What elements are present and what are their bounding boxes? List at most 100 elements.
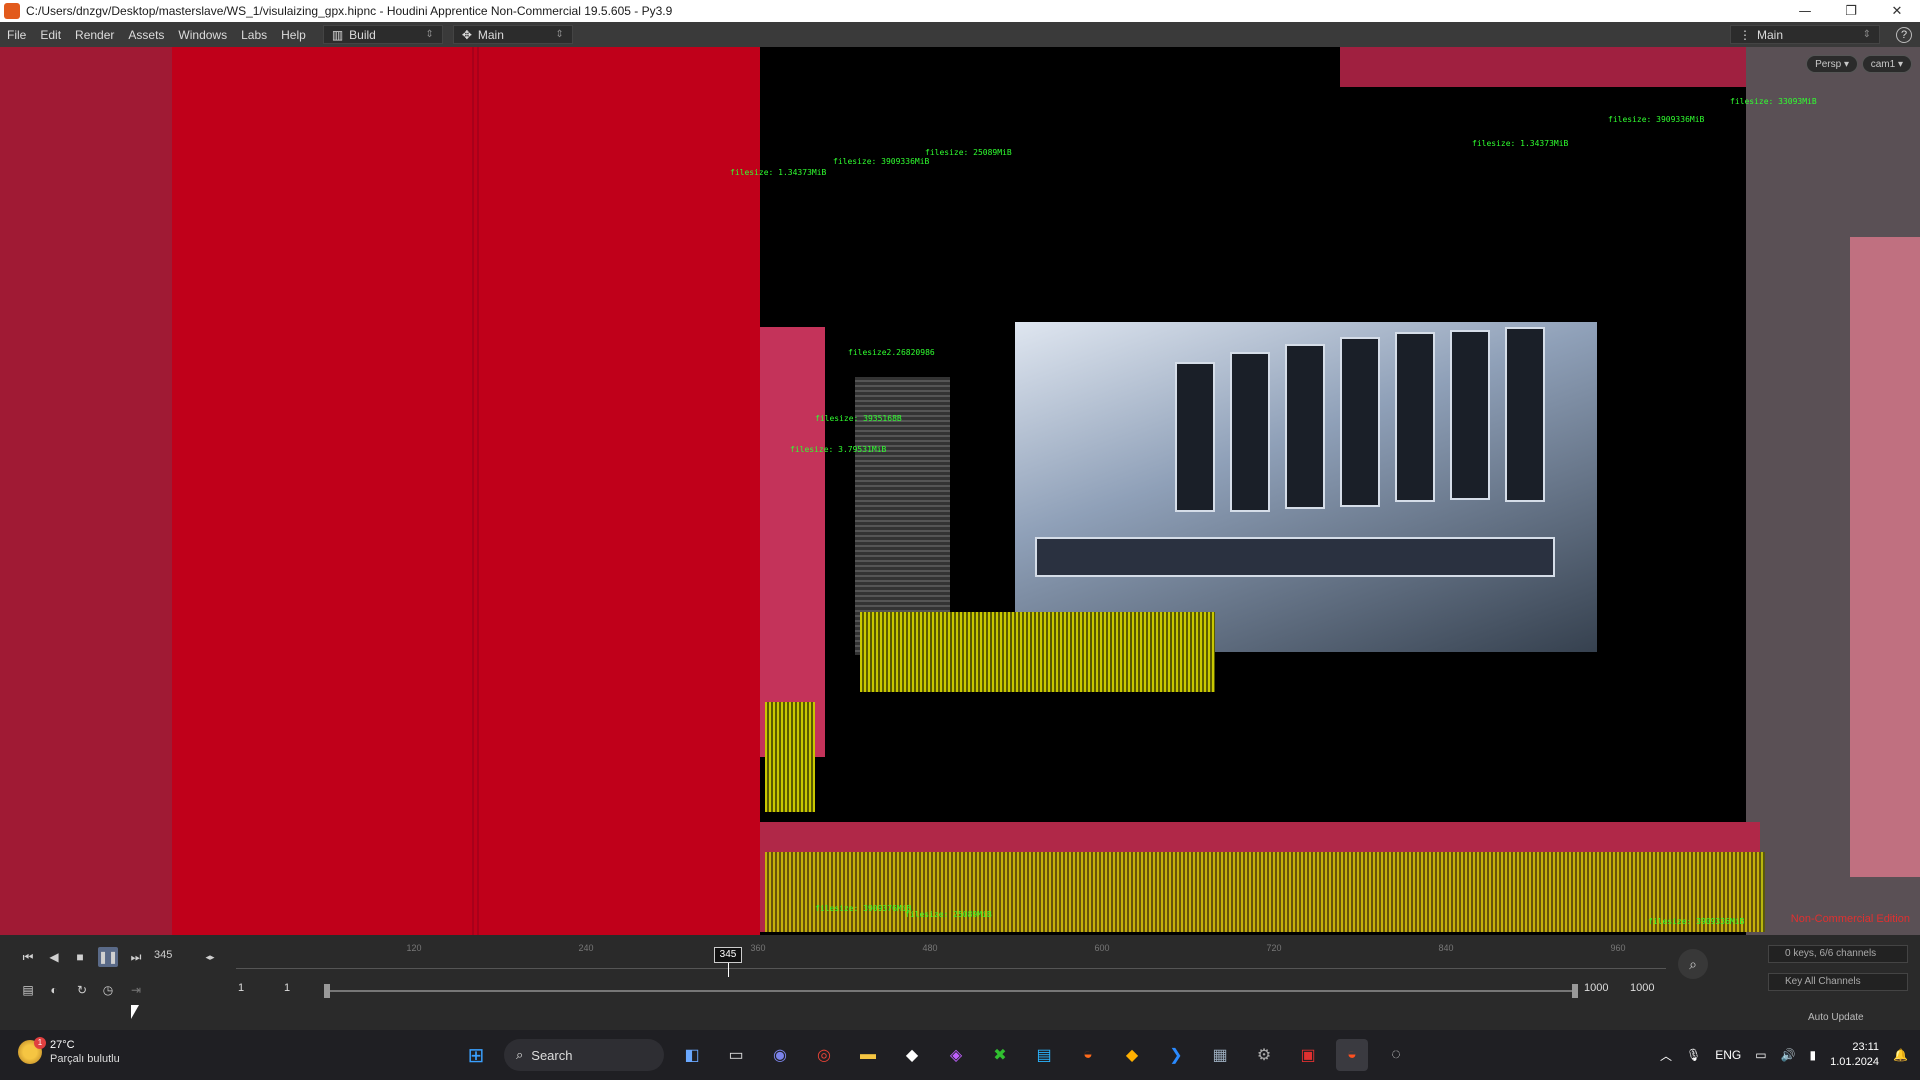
close-button[interactable]: ✕ (1874, 0, 1920, 22)
loop-icon[interactable]: ↻ (72, 980, 92, 1000)
pdf-reader-icon[interactable]: ▣ (1292, 1039, 1324, 1071)
terminal-icon[interactable]: ▦ (1204, 1039, 1236, 1071)
windows-taskbar: 1 27°C Parçalı bulutlu ⊞ ⌕ Search ◧ ▭ ◉ … (0, 1030, 1920, 1080)
timeline-ruler[interactable]: 120 240 360 480 600 720 840 960 345 (236, 943, 1666, 977)
clock-icon[interactable]: ◷ (98, 980, 118, 1000)
filesize-label: filesize: 25089MiB (925, 148, 1012, 157)
help-icon[interactable]: ? (1896, 26, 1912, 43)
chrome-icon[interactable]: ◎ (808, 1039, 840, 1071)
tick-label: 240 (578, 943, 594, 953)
current-frame-field[interactable]: 345 (154, 949, 172, 961)
step-icon[interactable]: ⇥ (126, 980, 146, 1000)
red-plane-left (0, 47, 172, 935)
filesize-label: filesize: 3909376MiB (815, 904, 912, 913)
weather-widget[interactable]: 1 27°C Parçalı bulutlu (18, 1037, 120, 1066)
battery-icon[interactable]: ▮ (1810, 1048, 1817, 1062)
tick-label: 960 (1610, 943, 1626, 953)
window (1285, 344, 1325, 509)
clock[interactable]: 23:11 1.01.2024 (1830, 1040, 1879, 1070)
playhead[interactable]: 345 (714, 947, 742, 963)
instagram-icon[interactable]: ◈ (940, 1039, 972, 1071)
yellow-point-cloud (765, 702, 815, 812)
menu-windows[interactable]: Windows (171, 28, 234, 42)
pink-ceiling (1340, 47, 1746, 87)
maximize-button[interactable]: ❐ (1828, 0, 1874, 22)
volume-icon[interactable]: 🔊 (1781, 1048, 1796, 1062)
stop-button[interactable]: ■ (70, 947, 90, 967)
key-all-channels-dropdown[interactable]: Key All Channels (1768, 973, 1908, 991)
network-icon[interactable]: ▭ (1755, 1048, 1766, 1062)
play-reverse-button[interactable]: ◀ (44, 947, 64, 967)
taskbar-apps: ⊞ ⌕ Search ◧ ▭ ◉ ◎ ▬ ◆ ◈ ✖ ▤ ◒ ◆ ❯ ▦ ⚙ ▣… (460, 1039, 1412, 1071)
chevron-up-icon[interactable]: ︿ (1660, 1047, 1672, 1064)
keys-channels-info[interactable]: 0 keys, 6/6 channels (1768, 945, 1908, 963)
last-frame-button[interactable]: ⏭ (126, 947, 146, 967)
tick-label: 600 (1094, 943, 1110, 953)
menu-assets[interactable]: Assets (121, 28, 171, 42)
system-tray: ︿ 🎙 ENG ▭ 🔊 ▮ 23:11 1.01.2024 🔔 (1660, 1030, 1908, 1080)
taskbar-search[interactable]: ⌕ Search (504, 1039, 664, 1071)
range-start-field[interactable]: 1 (238, 982, 244, 994)
chevron-down-icon: ⇕ (425, 29, 434, 40)
desktop-build-selector[interactable]: ▥ Build ⇕ (322, 25, 443, 44)
range-start-handle[interactable] (324, 984, 330, 998)
range-end-field[interactable]: 1000 (1584, 982, 1608, 994)
notification-bell-icon[interactable]: 🔔 (1893, 1048, 1908, 1062)
minimize-button[interactable]: — (1782, 0, 1828, 22)
layout-icon: ▥ (331, 27, 344, 42)
widgets-icon[interactable]: ◧ (676, 1039, 708, 1071)
xbox-icon[interactable]: ✖ (984, 1039, 1016, 1071)
range-slider-track[interactable] (326, 990, 1576, 992)
window (1395, 332, 1435, 502)
weather-icon: 1 (18, 1037, 46, 1064)
perspective-button[interactable]: Persp ▾ (1806, 55, 1858, 73)
tick-label: 720 (1266, 943, 1282, 953)
menu-edit[interactable]: Edit (33, 28, 68, 42)
tick-label: 480 (922, 943, 938, 953)
scene-viewport[interactable]: filesize: 1.34373MiB filesize: 3909336Mi… (0, 47, 1920, 935)
filesize-label: filesize: 25089MiB (905, 910, 992, 919)
audio-icon[interactable]: ◐ (44, 980, 64, 1000)
clock-date: 1.01.2024 (1830, 1056, 1880, 1068)
pause-button[interactable]: ❚❚ (98, 947, 118, 967)
range-end-handle[interactable] (1572, 984, 1578, 998)
menu-labs[interactable]: Labs (234, 28, 274, 42)
microphone-icon[interactable]: 🎙 (1686, 1048, 1701, 1062)
building-model (1015, 322, 1597, 652)
weather-condition: Parçalı bulutlu (50, 1053, 120, 1065)
plane-edge (472, 47, 474, 935)
range-start-field-2[interactable]: 1 (284, 982, 290, 994)
right-desk-selector[interactable]: ⋮ Main ⇕ (1730, 25, 1880, 44)
menu-help[interactable]: Help (274, 28, 313, 42)
pink-wall (760, 327, 825, 757)
title-bar: C:/Users/dnzgv/Desktop/masterslave/WS_1/… (0, 0, 1920, 22)
desktop-main-selector[interactable]: ✥ Main ⇕ (452, 25, 573, 44)
range-end-field-2[interactable]: 1000 (1630, 982, 1654, 994)
task-view-icon[interactable]: ▭ (720, 1039, 752, 1071)
window (1175, 362, 1215, 512)
camera-button[interactable]: cam1 ▾ (1861, 55, 1912, 73)
vscode-icon[interactable]: ❯ (1160, 1039, 1192, 1071)
auto-update-dropdown[interactable]: Auto Update (1808, 1009, 1908, 1027)
notepad-icon[interactable]: ▤ (1028, 1039, 1060, 1071)
tick-label: 120 (406, 943, 422, 953)
teams-icon[interactable]: ◉ (764, 1039, 796, 1071)
menu-file[interactable]: File (0, 28, 33, 42)
settings-gear-icon[interactable]: ⚙ (1248, 1039, 1280, 1071)
app-icon[interactable]: ◌ (1380, 1039, 1412, 1071)
magnifier-icon[interactable]: ⌕ (1678, 949, 1708, 979)
non-commercial-label: Non-Commercial Edition (1790, 913, 1910, 925)
realtime-toggle-icon[interactable]: ▤ (18, 980, 38, 1000)
chevron-down-icon: ⇕ (555, 29, 564, 40)
move-icon: ✥ (461, 27, 472, 42)
windows-start-icon[interactable]: ⊞ (460, 1039, 492, 1071)
language-indicator[interactable]: ENG (1715, 1048, 1741, 1062)
houdini-icon[interactable]: ◒ (1072, 1039, 1104, 1071)
file-explorer-icon[interactable]: ▬ (852, 1039, 884, 1071)
first-frame-button[interactable]: ⏮ (18, 947, 38, 967)
menu-render[interactable]: Render (68, 28, 121, 42)
houdini-active-icon[interactable]: ◒ (1336, 1039, 1368, 1071)
unity-icon[interactable]: ◆ (896, 1039, 928, 1071)
gpx-app-icon[interactable]: ◆ (1116, 1039, 1148, 1071)
step-frame-icon[interactable]: ◂▸ (200, 947, 220, 967)
